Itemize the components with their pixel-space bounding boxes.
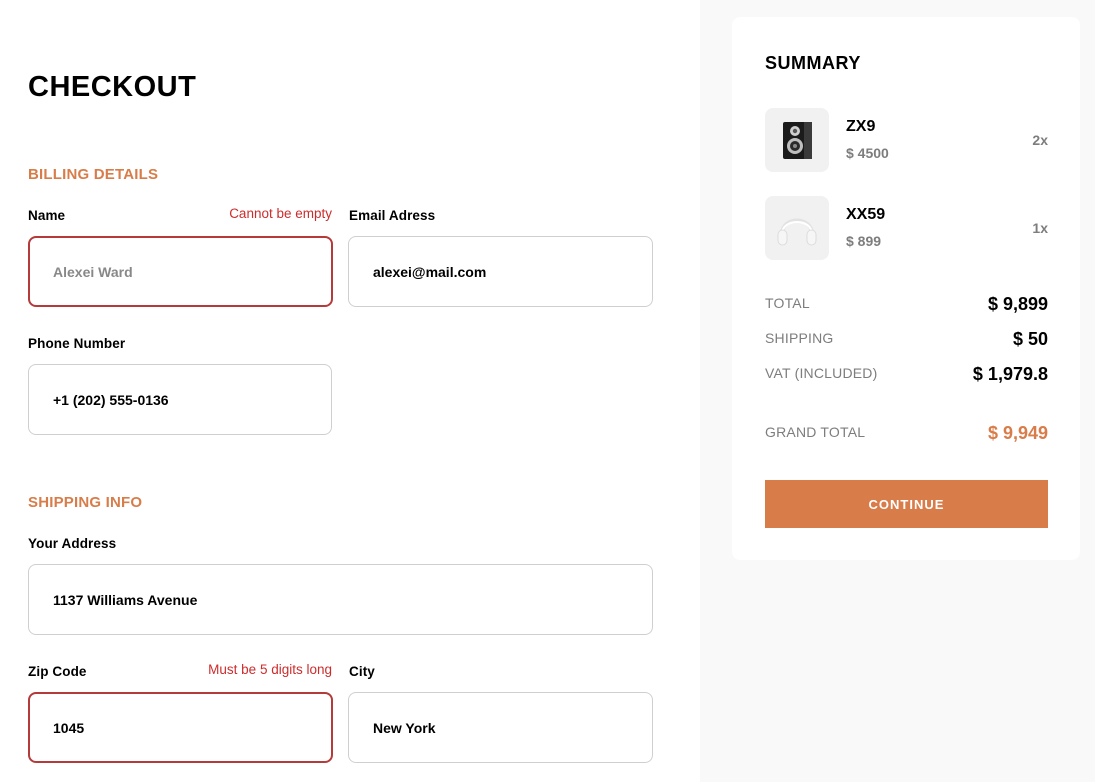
- cart-item: ZX9 $ 4500 2x: [765, 108, 1048, 172]
- email-input[interactable]: [348, 236, 653, 307]
- name-input[interactable]: [28, 236, 333, 307]
- item-name: XX59: [846, 206, 886, 223]
- city-label: City: [349, 664, 375, 679]
- billing-details-heading: BILLING DETAILS: [28, 166, 159, 183]
- item-name: ZX9: [846, 118, 876, 135]
- name-label: Name: [28, 208, 66, 223]
- continue-button[interactable]: CONTINUE: [765, 480, 1048, 528]
- grand-total-value: $ 9,949: [987, 423, 1048, 443]
- vat-value: $ 1,979.8: [972, 364, 1048, 384]
- zip-code-error-message: Must be 5 digits long: [208, 662, 332, 677]
- city-input[interactable]: [348, 692, 653, 763]
- phone-label: Phone Number: [28, 336, 126, 351]
- shipping-label: SHIPPING: [765, 330, 834, 346]
- item-price: $ 4500: [846, 145, 889, 161]
- cart-item: XX59 $ 899 1x: [765, 196, 1048, 260]
- email-label: Email Adress: [349, 208, 436, 223]
- shipping-info-heading: SHIPPING INFO: [28, 494, 143, 511]
- shipping-value: $ 50: [1012, 329, 1048, 349]
- zip-code-label: Zip Code: [28, 664, 87, 679]
- checkout-form-panel: CHECKOUT BILLING DETAILS Name Cannot be …: [0, 0, 700, 782]
- vat-label: VAT (INCLUDED): [765, 365, 878, 381]
- address-input[interactable]: [28, 564, 653, 635]
- total-value: $ 9,899: [987, 294, 1048, 314]
- zip-code-input[interactable]: [28, 692, 333, 763]
- name-error-message: Cannot be empty: [229, 206, 332, 221]
- item-quantity: 2x: [1032, 132, 1048, 148]
- order-summary-panel: SUMMARY ZX9 $ 4500 2x XX59 $ 899 1x TOTA…: [732, 17, 1080, 560]
- headphones-icon: [765, 196, 829, 260]
- page-title: CHECKOUT: [28, 71, 197, 103]
- grand-total-label: GRAND TOTAL: [765, 424, 866, 440]
- item-quantity: 1x: [1032, 220, 1048, 236]
- total-label: TOTAL: [765, 295, 810, 311]
- phone-input[interactable]: [28, 364, 332, 435]
- item-price: $ 899: [846, 233, 882, 249]
- speaker-icon: [765, 108, 829, 172]
- address-label: Your Address: [28, 536, 117, 551]
- summary-title: SUMMARY: [765, 53, 861, 73]
